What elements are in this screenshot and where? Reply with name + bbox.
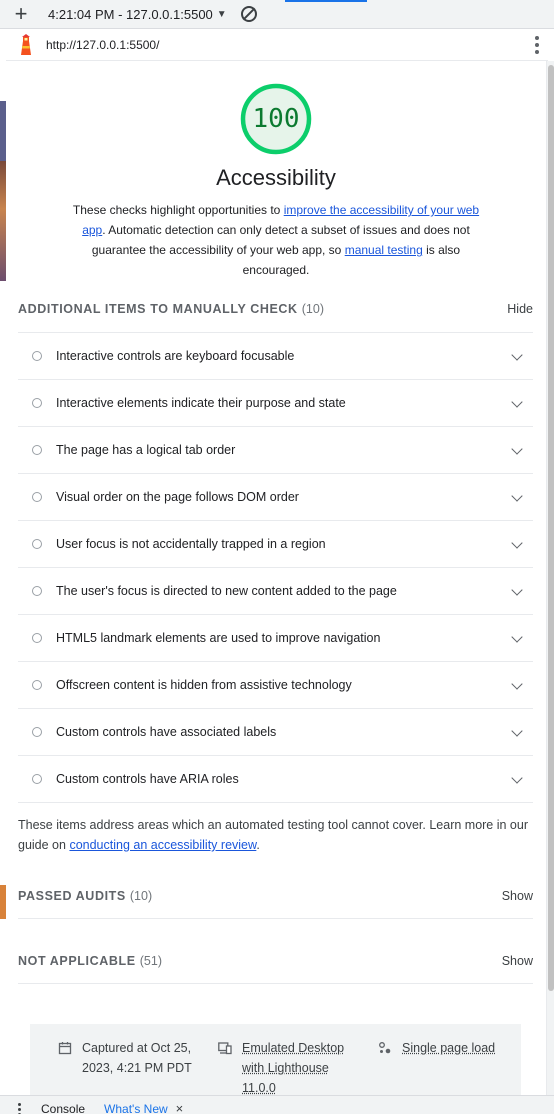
chevron-down-icon[interactable] bbox=[511, 772, 523, 784]
manual-audit-icon bbox=[32, 586, 42, 596]
divider bbox=[18, 983, 533, 984]
score-value: 100 bbox=[252, 104, 300, 134]
accessibility-review-link[interactable]: conducting an accessibility review bbox=[69, 838, 256, 852]
manual-testing-link[interactable]: manual testing bbox=[345, 243, 423, 257]
audit-row[interactable]: Offscreen content is hidden from assisti… bbox=[18, 662, 533, 709]
report-selector[interactable]: 4:21:04 PM - 127.0.0.1:5500 ▼ bbox=[48, 7, 227, 22]
audit-title: Interactive elements indicate their purp… bbox=[56, 396, 346, 410]
navigation-icon bbox=[379, 1042, 391, 1054]
lighthouse-logo-icon bbox=[18, 33, 34, 56]
audit-title: User focus is not accidentally trapped i… bbox=[56, 537, 326, 551]
desktop-device-icon bbox=[218, 1042, 232, 1055]
manual-audit-icon bbox=[32, 680, 42, 690]
manual-audit-icon bbox=[32, 633, 42, 643]
description-text: These checks highlight opportunities to bbox=[72, 203, 284, 217]
audit-title: Custom controls have associated labels bbox=[56, 725, 277, 739]
chevron-down-icon[interactable] bbox=[511, 725, 523, 737]
manual-audit-list: Interactive controls are keyboard focusa… bbox=[18, 332, 533, 803]
chevron-down-icon[interactable] bbox=[511, 631, 523, 643]
audit-row[interactable]: Custom controls have associated labels bbox=[18, 709, 533, 756]
category-title: Accessibility bbox=[216, 165, 336, 190]
tab-whats-new[interactable]: What's New bbox=[104, 1102, 168, 1114]
manual-audit-icon bbox=[32, 774, 42, 784]
group-title-text: PASSED AUDITS bbox=[18, 889, 126, 903]
audit-title: Interactive controls are keyboard focusa… bbox=[56, 349, 295, 363]
close-tab-icon[interactable]: × bbox=[176, 1101, 184, 1114]
audit-title: HTML5 landmark elements are used to impr… bbox=[56, 631, 381, 645]
audit-title: Offscreen content is hidden from assisti… bbox=[56, 678, 352, 692]
manual-audit-icon bbox=[32, 398, 42, 408]
category-description: These checks highlight opportunities to … bbox=[72, 200, 480, 280]
chevron-down-icon[interactable] bbox=[511, 349, 523, 361]
manual-footnote: These items address areas which an autom… bbox=[18, 815, 533, 855]
report-url-bar: http://127.0.0.1:5500/ bbox=[6, 29, 548, 61]
manual-audit-icon bbox=[32, 351, 42, 361]
audit-title: The user's focus is directed to new cont… bbox=[56, 584, 397, 598]
group-title-text: ADDITIONAL ITEMS TO MANUALLY CHECK bbox=[18, 302, 298, 316]
drawer-menu-icon[interactable] bbox=[18, 1103, 21, 1114]
report-scrollbar[interactable] bbox=[546, 61, 554, 1095]
footnote-text: . bbox=[256, 838, 260, 852]
audit-row[interactable]: HTML5 landmark elements are used to impr… bbox=[18, 615, 533, 662]
captured-at-text: Captured at Oct 25, 2023, 4:21 PM PDT bbox=[82, 1041, 192, 1075]
chevron-down-icon[interactable] bbox=[511, 443, 523, 455]
group-count: (51) bbox=[139, 954, 162, 968]
captured-at: Captured at Oct 25, 2023, 4:21 PM PDT bbox=[58, 1038, 198, 1078]
drawer-tabbar: Console What's New × bbox=[0, 1095, 554, 1114]
emulated-device-text[interactable]: Emulated Desktop with Lighthouse 11.0.0 bbox=[242, 1038, 358, 1095]
audit-title: Visual order on the page follows DOM ord… bbox=[56, 490, 299, 504]
audit-row[interactable]: The user's focus is directed to new cont… bbox=[18, 568, 533, 615]
audit-row[interactable]: Interactive elements indicate their purp… bbox=[18, 380, 533, 427]
group-count: (10) bbox=[129, 889, 153, 903]
audit-row[interactable]: Visual order on the page follows DOM ord… bbox=[18, 474, 533, 521]
chevron-down-icon[interactable] bbox=[511, 396, 523, 408]
group-title-text: NOT APPLICABLE bbox=[18, 954, 136, 968]
manual-audit-icon bbox=[32, 539, 42, 549]
clear-icon[interactable] bbox=[240, 6, 257, 22]
report-url[interactable]: http://127.0.0.1:5500/ bbox=[46, 38, 159, 52]
report-content: 100 Accessibility These checks highlight… bbox=[6, 61, 546, 1095]
manual-audit-icon bbox=[32, 492, 42, 502]
emulated-device: Emulated Desktop with Lighthouse 11.0.0 bbox=[218, 1038, 358, 1095]
lighthouse-toolbar: + 4:21:04 PM - 127.0.0.1:5500 ▼ bbox=[0, 0, 554, 29]
group-title: PASSED AUDITS (10) bbox=[18, 889, 152, 903]
not-applicable-header[interactable]: NOT APPLICABLE (51) Show bbox=[18, 951, 533, 971]
tab-console[interactable]: Console bbox=[41, 1102, 85, 1114]
show-toggle[interactable]: Show bbox=[502, 954, 533, 968]
devtools-lighthouse-panel: + 4:21:04 PM - 127.0.0.1:5500 ▼ http://1… bbox=[0, 0, 554, 1114]
dropdown-caret-icon: ▼ bbox=[216, 8, 227, 20]
audit-title: The page has a logical tab order bbox=[56, 443, 236, 457]
manual-audit-icon bbox=[32, 445, 42, 455]
report-selector-label: 4:21:04 PM - 127.0.0.1:5500 bbox=[48, 6, 213, 22]
chevron-down-icon[interactable] bbox=[511, 678, 523, 690]
audit-row[interactable]: Custom controls have ARIA roles bbox=[18, 756, 533, 803]
run-metadata: Captured at Oct 25, 2023, 4:21 PM PDT Em… bbox=[30, 1024, 521, 1095]
group-title: NOT APPLICABLE (51) bbox=[18, 954, 162, 968]
manual-audit-icon bbox=[32, 727, 42, 737]
calendar-icon bbox=[58, 1042, 72, 1055]
manual-checks-header: ADDITIONAL ITEMS TO MANUALLY CHECK (10) … bbox=[18, 299, 533, 319]
chevron-down-icon[interactable] bbox=[511, 584, 523, 596]
chevron-down-icon[interactable] bbox=[511, 490, 523, 502]
plus-icon[interactable]: + bbox=[10, 3, 32, 25]
scrollbar-thumb[interactable] bbox=[548, 65, 554, 991]
group-count: (10) bbox=[301, 302, 324, 316]
show-toggle[interactable]: Show bbox=[502, 889, 533, 903]
page-load-mode-text[interactable]: Single page load bbox=[402, 1038, 495, 1058]
page-load-mode: Single page load bbox=[378, 1038, 508, 1058]
passed-audits-header[interactable]: PASSED AUDITS (10) Show bbox=[18, 886, 533, 906]
more-options-icon[interactable] bbox=[534, 36, 540, 54]
audit-row[interactable]: The page has a logical tab order bbox=[18, 427, 533, 474]
chevron-down-icon[interactable] bbox=[511, 537, 523, 549]
divider bbox=[18, 918, 533, 919]
audit-title: Custom controls have ARIA roles bbox=[56, 772, 239, 786]
audit-row[interactable]: Interactive controls are keyboard focusa… bbox=[18, 333, 533, 380]
hide-toggle[interactable]: Hide bbox=[507, 302, 533, 316]
audit-row[interactable]: User focus is not accidentally trapped i… bbox=[18, 521, 533, 568]
group-title: ADDITIONAL ITEMS TO MANUALLY CHECK (10) bbox=[18, 302, 324, 316]
score-gauge[interactable]: 100 bbox=[240, 83, 312, 155]
